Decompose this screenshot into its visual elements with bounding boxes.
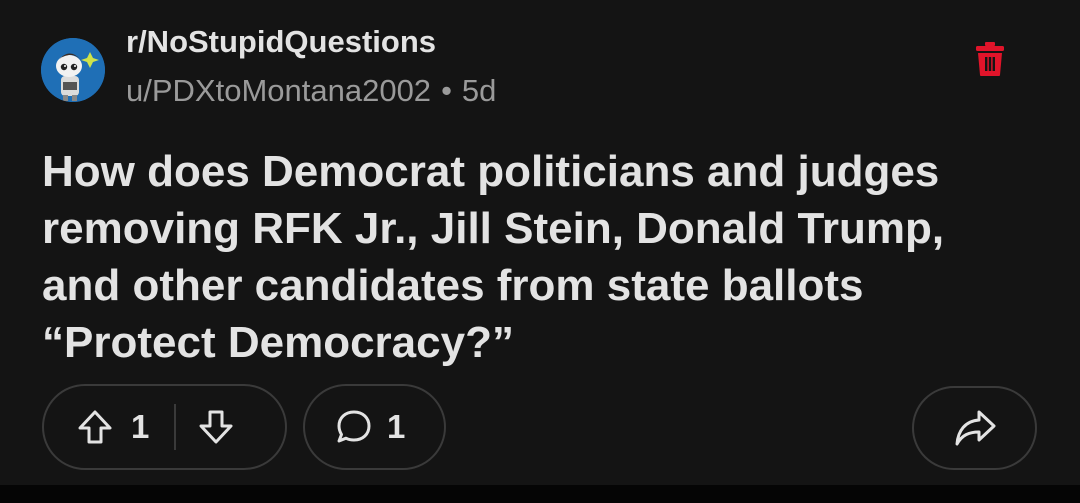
post-age: 5d [461,73,497,108]
post-title[interactable]: How does Democrat politicians and judges… [42,143,1032,371]
comment-icon-wrap [335,408,373,446]
share-arrow-icon [955,410,995,446]
downvote-button[interactable] [198,409,234,445]
delete-button[interactable] [970,40,1010,78]
vote-divider [174,404,177,450]
arrow-up-icon [78,410,112,444]
subreddit-name[interactable]: r/NoStupidQuestions [126,24,436,60]
speech-bubble-icon [337,410,371,443]
vote-control: 1 [42,384,287,470]
comment-count: 1 [387,408,406,445]
upvote-button[interactable] [77,409,113,445]
vote-count: 1 [131,408,150,445]
post-card[interactable]: r/NoStupidQuestions u/PDXtoMontana2002 • 5… [0,0,1080,485]
post-meta: u/PDXtoMontana2002 • 5d [126,73,496,109]
share-button[interactable] [912,386,1037,470]
subreddit-avatar[interactable] [41,38,105,102]
bottom-strip [0,485,1080,503]
arrow-down-icon [199,410,233,444]
snoo-avatar-icon [41,38,105,102]
trash-icon [976,42,1004,76]
author-name[interactable]: u/PDXtoMontana2002 [126,73,431,108]
meta-separator: • [441,73,452,108]
comments-button[interactable]: 1 [303,384,446,470]
